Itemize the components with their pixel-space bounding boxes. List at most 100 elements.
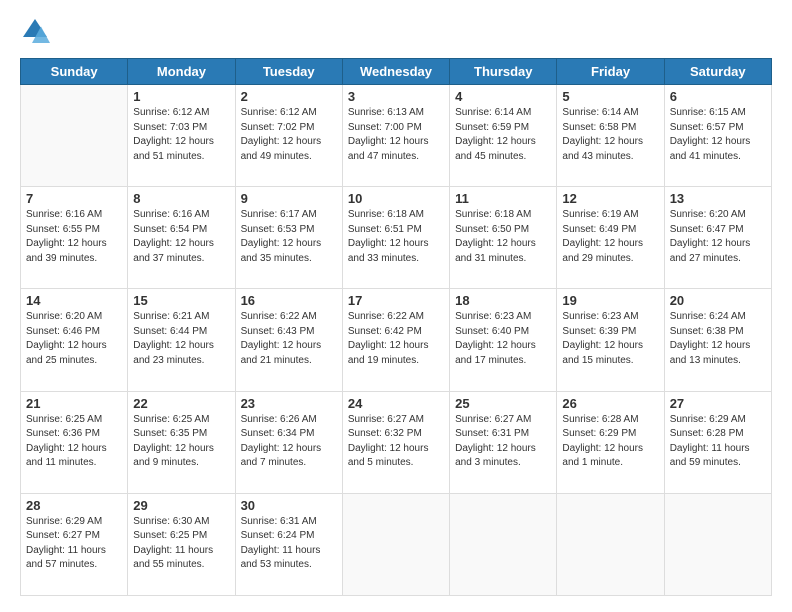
day-number: 9	[241, 191, 337, 206]
day-info: Sunrise: 6:20 AMSunset: 6:47 PMDaylight:…	[670, 208, 766, 266]
day-number: 5	[562, 89, 658, 104]
day-number: 28	[26, 498, 122, 513]
day-number: 20	[670, 293, 766, 308]
day-number: 15	[133, 293, 229, 308]
weekday-header-tuesday: Tuesday	[235, 59, 342, 85]
calendar-cell: 25 Sunrise: 6:27 AMSunset: 6:31 PMDayligh…	[450, 391, 557, 493]
calendar-cell: 8 Sunrise: 6:16 AMSunset: 6:54 PMDaylight…	[128, 187, 235, 289]
calendar-cell: 19 Sunrise: 6:23 AMSunset: 6:39 PMDayligh…	[557, 289, 664, 391]
calendar-cell: 4 Sunrise: 6:14 AMSunset: 6:59 PMDaylight…	[450, 85, 557, 187]
day-number: 27	[670, 396, 766, 411]
day-number: 22	[133, 396, 229, 411]
calendar-cell: 30 Sunrise: 6:31 AMSunset: 6:24 PMDayligh…	[235, 493, 342, 595]
weekday-header-monday: Monday	[128, 59, 235, 85]
logo	[20, 16, 54, 46]
day-number: 25	[455, 396, 551, 411]
calendar-cell: 28 Sunrise: 6:29 AMSunset: 6:27 PMDayligh…	[21, 493, 128, 595]
calendar-cell: 14 Sunrise: 6:20 AMSunset: 6:46 PMDayligh…	[21, 289, 128, 391]
day-info: Sunrise: 6:19 AMSunset: 6:49 PMDaylight:…	[562, 208, 658, 266]
calendar-cell: 1Sunrise: 6:12 AMSunset: 7:03 PMDaylight…	[128, 85, 235, 187]
calendar-cell: 7 Sunrise: 6:16 AMSunset: 6:55 PMDaylight…	[21, 187, 128, 289]
calendar-cell: 9 Sunrise: 6:17 AMSunset: 6:53 PMDaylight…	[235, 187, 342, 289]
calendar-cell: 10Sunrise: 6:18 AMSunset: 6:51 PMDayligh…	[342, 187, 449, 289]
day-info: Sunrise: 6:15 AMSunset: 6:57 PMDaylight:…	[670, 106, 766, 164]
day-info: Sunrise: 6:29 AMSunset: 6:27 PMDaylight:…	[26, 515, 122, 573]
calendar-cell: 11 Sunrise: 6:18 AMSunset: 6:50 PMDayligh…	[450, 187, 557, 289]
calendar-cell: 6 Sunrise: 6:15 AMSunset: 6:57 PMDaylight…	[664, 85, 771, 187]
day-info: Sunrise: 6:28 AMSunset: 6:29 PMDaylight:…	[562, 413, 658, 471]
weekday-header-saturday: Saturday	[664, 59, 771, 85]
day-info: Sunrise: 6:12 AMSunset: 7:02 PMDaylight:…	[241, 106, 337, 164]
week-row-2: 7 Sunrise: 6:16 AMSunset: 6:55 PMDaylight…	[21, 187, 772, 289]
calendar-cell	[450, 493, 557, 595]
week-row-3: 14 Sunrise: 6:20 AMSunset: 6:46 PMDayligh…	[21, 289, 772, 391]
calendar-cell: 12 Sunrise: 6:19 AMSunset: 6:49 PMDayligh…	[557, 187, 664, 289]
day-info: Sunrise: 6:17 AMSunset: 6:53 PMDaylight:…	[241, 208, 337, 266]
calendar-cell	[664, 493, 771, 595]
weekday-header-friday: Friday	[557, 59, 664, 85]
day-number: 26	[562, 396, 658, 411]
calendar-table: SundayMondayTuesdayWednesdayThursdayFrid…	[20, 58, 772, 596]
calendar-cell: 16 Sunrise: 6:22 AMSunset: 6:43 PMDayligh…	[235, 289, 342, 391]
day-info: Sunrise: 6:16 AMSunset: 6:55 PMDaylight:…	[26, 208, 122, 266]
calendar-cell: 24 Sunrise: 6:27 AMSunset: 6:32 PMDayligh…	[342, 391, 449, 493]
day-info: Sunrise: 6:20 AMSunset: 6:46 PMDaylight:…	[26, 310, 122, 368]
day-info: Sunrise: 6:26 AMSunset: 6:34 PMDaylight:…	[241, 413, 337, 471]
day-number: 21	[26, 396, 122, 411]
day-number: 7	[26, 191, 122, 206]
day-number: 4	[455, 89, 551, 104]
day-info: Sunrise: 6:14 AMSunset: 6:58 PMDaylight:…	[562, 106, 658, 164]
week-row-5: 28 Sunrise: 6:29 AMSunset: 6:27 PMDayligh…	[21, 493, 772, 595]
day-number: 23	[241, 396, 337, 411]
calendar-cell: 17 Sunrise: 6:22 AMSunset: 6:42 PMDayligh…	[342, 289, 449, 391]
logo-icon	[20, 16, 50, 46]
day-info: Sunrise: 6:27 AMSunset: 6:31 PMDaylight:…	[455, 413, 551, 471]
day-number: 3	[348, 89, 444, 104]
day-number: 11	[455, 191, 551, 206]
day-number: 16	[241, 293, 337, 308]
day-info: Sunrise: 6:30 AMSunset: 6:25 PMDaylight:…	[133, 515, 229, 573]
day-number: 17	[348, 293, 444, 308]
day-number: 6	[670, 89, 766, 104]
day-info: Sunrise: 6:18 AMSunset: 6:50 PMDaylight:…	[455, 208, 551, 266]
calendar-cell	[557, 493, 664, 595]
week-row-1: 1Sunrise: 6:12 AMSunset: 7:03 PMDaylight…	[21, 85, 772, 187]
calendar-cell: 26 Sunrise: 6:28 AMSunset: 6:29 PMDayligh…	[557, 391, 664, 493]
day-info: Sunrise: 6:25 AMSunset: 6:35 PMDaylight:…	[133, 413, 229, 471]
day-number: 18	[455, 293, 551, 308]
day-number: 29	[133, 498, 229, 513]
day-number: 30	[241, 498, 337, 513]
day-info: Sunrise: 6:23 AMSunset: 6:39 PMDaylight:…	[562, 310, 658, 368]
day-number: 24	[348, 396, 444, 411]
day-number: 19	[562, 293, 658, 308]
calendar-cell: 29 Sunrise: 6:30 AMSunset: 6:25 PMDayligh…	[128, 493, 235, 595]
weekday-header-thursday: Thursday	[450, 59, 557, 85]
calendar-cell: 15 Sunrise: 6:21 AMSunset: 6:44 PMDayligh…	[128, 289, 235, 391]
calendar-cell: 13Sunrise: 6:20 AMSunset: 6:47 PMDayligh…	[664, 187, 771, 289]
day-number: 1	[133, 89, 229, 104]
day-info: Sunrise: 6:27 AMSunset: 6:32 PMDaylight:…	[348, 413, 444, 471]
day-info: Sunrise: 6:16 AMSunset: 6:54 PMDaylight:…	[133, 208, 229, 266]
day-number: 12	[562, 191, 658, 206]
day-number: 8	[133, 191, 229, 206]
calendar-cell: 27 Sunrise: 6:29 AMSunset: 6:28 PMDayligh…	[664, 391, 771, 493]
day-info: Sunrise: 6:29 AMSunset: 6:28 PMDaylight:…	[670, 413, 766, 471]
day-info: Sunrise: 6:22 AMSunset: 6:42 PMDaylight:…	[348, 310, 444, 368]
day-info: Sunrise: 6:24 AMSunset: 6:38 PMDaylight:…	[670, 310, 766, 368]
day-info: Sunrise: 6:31 AMSunset: 6:24 PMDaylight:…	[241, 515, 337, 573]
day-number: 10	[348, 191, 444, 206]
calendar-cell: 18 Sunrise: 6:23 AMSunset: 6:40 PMDayligh…	[450, 289, 557, 391]
day-info: Sunrise: 6:13 AMSunset: 7:00 PMDaylight:…	[348, 106, 444, 164]
day-info: Sunrise: 6:25 AMSunset: 6:36 PMDaylight:…	[26, 413, 122, 471]
week-row-4: 21 Sunrise: 6:25 AMSunset: 6:36 PMDayligh…	[21, 391, 772, 493]
day-info: Sunrise: 6:21 AMSunset: 6:44 PMDaylight:…	[133, 310, 229, 368]
day-info: Sunrise: 6:14 AMSunset: 6:59 PMDaylight:…	[455, 106, 551, 164]
calendar-cell: 5 Sunrise: 6:14 AMSunset: 6:58 PMDaylight…	[557, 85, 664, 187]
day-number: 14	[26, 293, 122, 308]
calendar-cell: 22 Sunrise: 6:25 AMSunset: 6:35 PMDayligh…	[128, 391, 235, 493]
weekday-header-wednesday: Wednesday	[342, 59, 449, 85]
day-info: Sunrise: 6:22 AMSunset: 6:43 PMDaylight:…	[241, 310, 337, 368]
calendar-cell: 23 Sunrise: 6:26 AMSunset: 6:34 PMDayligh…	[235, 391, 342, 493]
day-info: Sunrise: 6:23 AMSunset: 6:40 PMDaylight:…	[455, 310, 551, 368]
page: SundayMondayTuesdayWednesdayThursdayFrid…	[0, 0, 792, 612]
